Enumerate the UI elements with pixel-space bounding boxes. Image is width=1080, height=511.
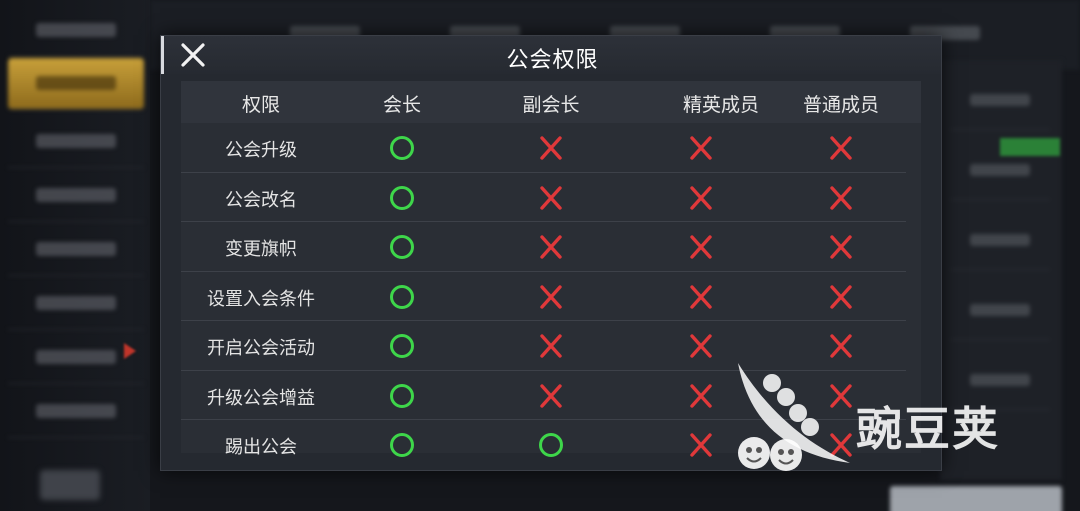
bg-bottom-button — [890, 486, 1062, 511]
denied-cross-icon — [690, 284, 712, 309]
pea-pod-logo-icon — [738, 363, 850, 471]
watermark-text: 豌豆荚 — [856, 402, 1000, 456]
denied-cross-icon — [690, 235, 712, 259]
cell-vice-leader — [538, 432, 564, 458]
denied-cross-icon — [540, 334, 562, 358]
cell-elite-member — [688, 185, 714, 211]
cell-elite-member — [688, 383, 714, 409]
permission-label: 公会改名 — [225, 189, 297, 211]
cell-vice-leader — [538, 333, 564, 359]
table-row: 设置入会条件 — [181, 272, 906, 321]
bg-sidebar-item — [8, 224, 144, 276]
column-header-leader: 会长 — [382, 94, 422, 116]
bg-selected-arrow — [124, 343, 136, 359]
cell-leader — [389, 333, 415, 359]
cell-elite-member — [688, 234, 714, 260]
permission-label: 变更旗帜 — [225, 239, 297, 260]
denied-cross-icon — [830, 136, 852, 160]
permission-label: 公会升级 — [225, 140, 297, 161]
cell-vice-leader — [538, 284, 564, 310]
denied-cross-icon — [540, 284, 562, 309]
permission-label: 踢出公会 — [225, 437, 297, 458]
cell-vice-leader — [538, 185, 564, 211]
allowed-circle-icon — [390, 136, 414, 160]
allowed-circle-icon — [390, 334, 414, 358]
cell-leader — [389, 383, 415, 409]
cell-leader — [389, 432, 415, 458]
cell-elite-member — [688, 135, 714, 161]
cell-regular-member — [828, 185, 854, 211]
denied-cross-icon — [540, 136, 562, 160]
allowed-circle-icon — [390, 235, 414, 259]
denied-cross-icon — [540, 235, 562, 259]
bg-sidebar-item — [8, 5, 144, 57]
allowed-circle-icon — [390, 383, 414, 408]
allowed-circle-icon — [390, 433, 414, 457]
cell-elite-member — [688, 432, 714, 458]
cell-elite-member — [688, 284, 714, 310]
watermark: 豌豆荚 — [730, 355, 1060, 475]
cell-elite-member — [688, 333, 714, 359]
denied-cross-icon — [830, 235, 852, 259]
dialog-header: 公会权限 — [161, 36, 941, 74]
bg-sidebar-item — [8, 278, 144, 330]
column-header-permission: 权限 — [241, 94, 281, 116]
column-header-vice-leader: 副会长 — [522, 94, 580, 116]
denied-cross-icon — [540, 383, 562, 408]
cell-regular-member — [828, 234, 854, 260]
cell-leader — [389, 135, 415, 161]
cell-vice-leader — [538, 234, 564, 260]
bg-sidebar-item — [8, 116, 144, 168]
denied-cross-icon — [690, 383, 712, 408]
cell-regular-member — [828, 135, 854, 161]
denied-cross-icon — [690, 185, 712, 210]
bg-green-tag — [1000, 138, 1060, 156]
cell-vice-leader — [538, 383, 564, 409]
denied-cross-icon — [690, 136, 712, 160]
allowed-circle-icon — [390, 185, 414, 210]
permission-label: 升级公会增益 — [207, 387, 315, 409]
permission-label: 开启公会活动 — [207, 338, 315, 359]
cell-leader — [389, 234, 415, 260]
cell-leader — [389, 185, 415, 211]
column-header-regular-member: 普通成员 — [802, 94, 880, 116]
denied-cross-icon — [540, 185, 562, 210]
cell-leader — [389, 284, 415, 310]
denied-cross-icon — [830, 284, 852, 309]
column-header-elite-member: 精英成员 — [682, 94, 760, 116]
cell-vice-leader — [538, 135, 564, 161]
bg-sidebar-item-active — [8, 58, 144, 110]
permission-label: 设置入会条件 — [207, 288, 315, 310]
allowed-circle-icon — [390, 284, 414, 309]
bg-sidebar-item — [8, 170, 144, 222]
background-sidebar — [0, 0, 150, 511]
table-header-row: 权限 会长 副会长 精英成员 普通成员 — [181, 81, 921, 123]
bg-bottom-left-icon — [40, 470, 100, 500]
table-row: 变更旗帜 — [181, 222, 906, 272]
table-row: 公会升级 — [181, 123, 906, 173]
cell-regular-member — [828, 284, 854, 310]
table-row: 公会改名 — [181, 173, 906, 222]
denied-cross-icon — [690, 433, 712, 457]
denied-cross-icon — [690, 334, 712, 358]
bg-sidebar-item — [8, 386, 144, 438]
dialog-title: 公会权限 — [506, 48, 599, 73]
allowed-circle-icon — [539, 433, 563, 457]
denied-cross-icon — [830, 185, 852, 210]
